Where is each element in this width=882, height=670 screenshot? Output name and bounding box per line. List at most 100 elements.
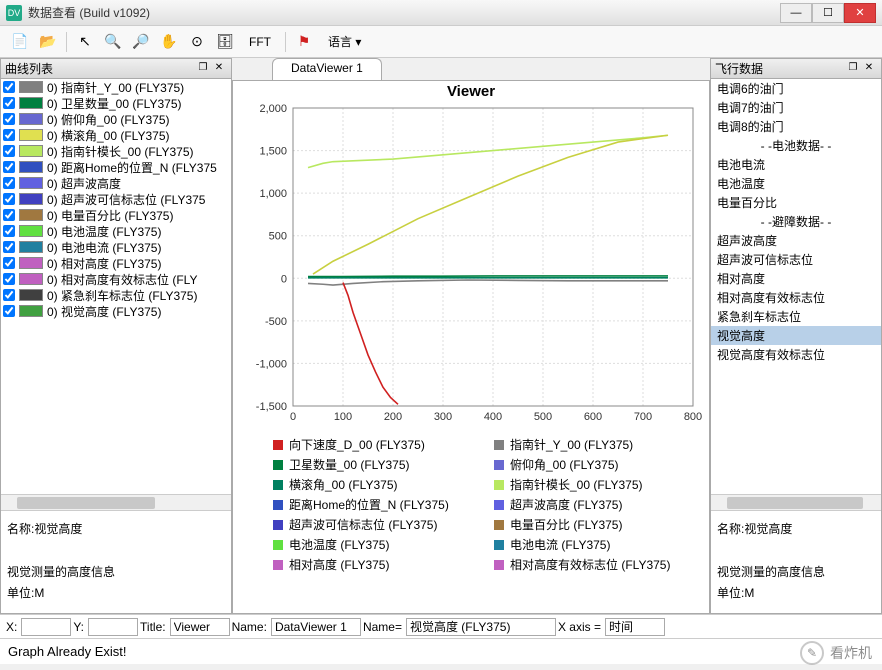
database-icon[interactable]: 🗄 [213, 30, 237, 54]
curve-row[interactable]: 0) 超声波可信标志位 (FLY375 [1, 191, 231, 207]
curve-checkbox[interactable] [3, 129, 15, 141]
flag-icon[interactable]: ⚑ [292, 30, 316, 54]
curve-checkbox[interactable] [3, 177, 15, 189]
hand-pan-icon[interactable]: ✋ [157, 30, 181, 54]
svg-text:-1,000: -1,000 [256, 358, 287, 370]
svg-text:700: 700 [634, 411, 652, 423]
curve-label: 0) 视觉高度 (FLY375) [47, 303, 161, 320]
svg-text:500: 500 [269, 231, 287, 243]
zoom-out-icon[interactable]: 🔎 [129, 30, 153, 54]
flight-data-title: 飞行数据 [715, 60, 763, 77]
curve-row[interactable]: 0) 电量百分比 (FLY375) [1, 207, 231, 223]
curve-checkbox[interactable] [3, 305, 15, 317]
flight-data-hscroll[interactable] [711, 494, 881, 510]
curve-row[interactable]: 0) 超声波高度 [1, 175, 231, 191]
legend-label: 电池电流 (FLY375) [510, 536, 610, 553]
curve-color-swatch [19, 289, 43, 301]
flight-data-item[interactable]: 电调7的油门 [711, 98, 881, 117]
curve-row[interactable]: 0) 视觉高度 (FLY375) [1, 303, 231, 319]
curve-checkbox[interactable] [3, 145, 15, 157]
flight-data-item[interactable]: 视觉高度有效标志位 [711, 345, 881, 364]
flight-data-item[interactable]: 电池温度 [711, 174, 881, 193]
legend-swatch [494, 540, 504, 550]
curve-checkbox[interactable] [3, 161, 15, 173]
curve-color-swatch [19, 129, 43, 141]
panel-close-icon[interactable]: ✕ [861, 62, 877, 76]
curve-checkbox[interactable] [3, 257, 15, 269]
curve-list[interactable]: 0) 指南针_Y_00 (FLY375) 0) 卫星数量_00 (FLY375)… [1, 79, 231, 494]
flight-data-item[interactable]: 视觉高度 [711, 326, 881, 345]
legend-item: 相对高度 (FLY375) [273, 556, 478, 573]
status-name-input[interactable] [271, 618, 361, 636]
curve-checkbox[interactable] [3, 241, 15, 253]
flight-data-item[interactable]: 电池电流 [711, 155, 881, 174]
curve-row[interactable]: 0) 紧急刹车标志位 (FLY375) [1, 287, 231, 303]
legend-label: 横滚角_00 (FLY375) [289, 476, 398, 493]
curve-row[interactable]: 0) 相对高度有效标志位 (FLY [1, 271, 231, 287]
curve-color-swatch [19, 177, 43, 189]
curve-list-hscroll[interactable] [1, 494, 231, 510]
status-y-input[interactable] [88, 618, 138, 636]
status-title-input[interactable] [170, 618, 230, 636]
panel-undock-icon[interactable]: ❐ [195, 62, 211, 76]
flight-data-item[interactable]: 电调6的油门 [711, 79, 881, 98]
curve-checkbox[interactable] [3, 273, 15, 285]
curve-row[interactable]: 0) 俯仰角_00 (FLY375) [1, 111, 231, 127]
fft-button[interactable]: FFT [241, 32, 279, 52]
file-new-icon[interactable]: 📄 [8, 30, 32, 54]
curve-row[interactable]: 0) 电池电流 (FLY375) [1, 239, 231, 255]
curve-checkbox[interactable] [3, 193, 15, 205]
curve-row[interactable]: 0) 卫星数量_00 (FLY375) [1, 95, 231, 111]
chart-plot[interactable]: 0100200300400500600700800-1,500-1,000-50… [233, 102, 703, 432]
flight-data-item[interactable]: 相对高度有效标志位 [711, 288, 881, 307]
curve-color-swatch [19, 81, 43, 93]
curve-row[interactable]: 0) 指南针_Y_00 (FLY375) [1, 79, 231, 95]
panel-close-icon[interactable]: ✕ [211, 62, 227, 76]
curve-checkbox[interactable] [3, 97, 15, 109]
flight-data-list[interactable]: 电调6的油门电调7的油门电调8的油门- -电池数据- -电池电流电池温度电量百分… [711, 79, 881, 494]
legend-label: 向下速度_D_00 (FLY375) [289, 436, 425, 453]
maximize-button[interactable]: ☐ [812, 3, 844, 23]
minimize-button[interactable]: — [780, 3, 812, 23]
zoom-in-icon[interactable]: 🔍 [101, 30, 125, 54]
status-x-input[interactable] [21, 618, 71, 636]
window-title: 数据查看 (Build v1092) [28, 4, 780, 21]
curve-row[interactable]: 0) 指南针模长_00 (FLY375) [1, 143, 231, 159]
curve-checkbox[interactable] [3, 113, 15, 125]
curve-checkbox[interactable] [3, 225, 15, 237]
legend-label: 指南针_Y_00 (FLY375) [510, 436, 633, 453]
legend-swatch [273, 520, 283, 530]
curve-checkbox[interactable] [3, 209, 15, 221]
flight-data-item[interactable]: 电量百分比 [711, 193, 881, 212]
cursor-icon[interactable]: ↖ [73, 30, 97, 54]
curve-row[interactable]: 0) 相对高度 (FLY375) [1, 255, 231, 271]
curve-checkbox[interactable] [3, 81, 15, 93]
flight-data-item[interactable]: 电调8的油门 [711, 117, 881, 136]
status-xaxis-input[interactable] [605, 618, 665, 636]
curve-row[interactable]: 0) 电池温度 (FLY375) [1, 223, 231, 239]
titlebar: DV 数据查看 (Build v1092) — ☐ ✕ [0, 0, 882, 26]
curve-checkbox[interactable] [3, 289, 15, 301]
chart-area[interactable]: Viewer 0100200300400500600700800-1,500-1… [232, 80, 710, 614]
language-dropdown[interactable]: 语言 ▾ [320, 30, 369, 53]
legend-swatch [494, 520, 504, 530]
tab-dataviewer1[interactable]: DataViewer 1 [272, 58, 382, 80]
close-button[interactable]: ✕ [844, 3, 876, 23]
zoom-fit-icon[interactable]: ⊙ [185, 30, 209, 54]
curve-color-swatch [19, 305, 43, 317]
panel-undock-icon[interactable]: ❐ [845, 62, 861, 76]
curve-label: 0) 电量百分比 (FLY375) [47, 207, 173, 224]
curve-row[interactable]: 0) 横滚角_00 (FLY375) [1, 127, 231, 143]
message-bar: Graph Already Exist! ✎ 看炸机 [0, 638, 882, 664]
flight-data-item[interactable]: 超声波高度 [711, 231, 881, 250]
folder-open-icon[interactable]: 📂 [36, 30, 60, 54]
status-name2-input[interactable] [406, 618, 556, 636]
flight-data-item[interactable]: 相对高度 [711, 269, 881, 288]
curve-row[interactable]: 0) 距离Home的位置_N (FLY375 [1, 159, 231, 175]
flight-data-item[interactable]: 超声波可信标志位 [711, 250, 881, 269]
curve-label: 0) 卫星数量_00 (FLY375) [47, 95, 182, 112]
curve-color-swatch [19, 193, 43, 205]
flight-data-item[interactable]: 紧急刹车标志位 [711, 307, 881, 326]
legend-swatch [494, 500, 504, 510]
curve-color-swatch [19, 257, 43, 269]
